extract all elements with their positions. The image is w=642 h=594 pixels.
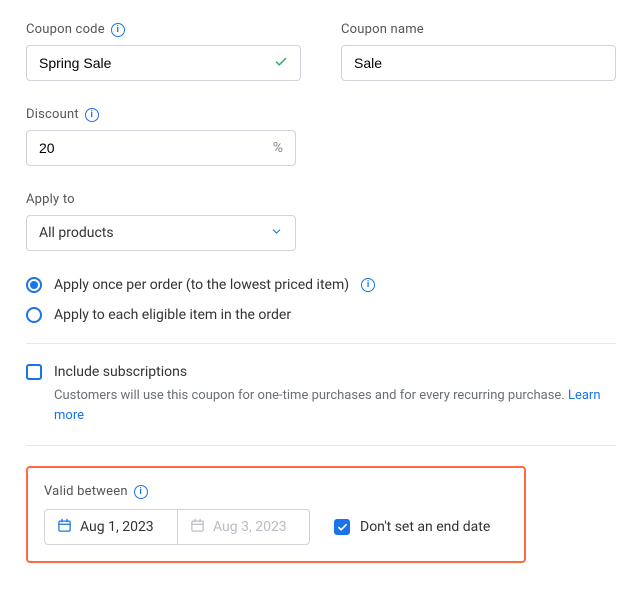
- info-icon[interactable]: i: [85, 108, 99, 122]
- radio-icon: [26, 277, 42, 293]
- discount-input-wrap: %: [26, 130, 296, 166]
- coupon-code-input-wrap: [26, 45, 301, 81]
- include-subscriptions-row: Include subscriptions: [26, 364, 616, 380]
- apply-once-option[interactable]: Apply once per order (to the lowest pric…: [26, 277, 616, 293]
- coupon-name-input[interactable]: [354, 55, 603, 71]
- info-icon[interactable]: i: [111, 23, 125, 37]
- discount-suffix: %: [263, 140, 283, 156]
- discount-field: Discount i %: [26, 107, 616, 166]
- discount-input[interactable]: [39, 140, 263, 156]
- apply-to-selected: All products: [39, 225, 114, 241]
- no-end-date-checkbox[interactable]: [334, 519, 350, 535]
- apply-each-option[interactable]: Apply to each eligible item in the order: [26, 307, 616, 323]
- end-date-input[interactable]: Aug 3, 2023: [177, 510, 309, 544]
- coupon-code-label-text: Coupon code: [26, 22, 105, 37]
- end-date-placeholder: Aug 3, 2023: [213, 519, 287, 535]
- divider: [26, 343, 616, 344]
- date-range-input: Aug 1, 2023 Aug 3, 2023: [44, 509, 310, 545]
- radio-icon: [26, 307, 42, 323]
- apply-once-label: Apply once per order (to the lowest pric…: [54, 277, 349, 293]
- coupon-code-field: Coupon code i: [26, 22, 301, 81]
- include-subscriptions-checkbox[interactable]: [26, 364, 42, 380]
- helper-text: Customers will use this coupon for one-t…: [54, 388, 568, 403]
- include-subscriptions-label: Include subscriptions: [54, 364, 187, 380]
- no-end-date-label: Don't set an end date: [360, 519, 490, 535]
- apply-mode-group: Apply once per order (to the lowest pric…: [26, 277, 616, 323]
- valid-between-label-text: Valid between: [44, 484, 128, 499]
- start-date-value: Aug 1, 2023: [80, 519, 154, 535]
- discount-label-text: Discount: [26, 107, 79, 122]
- divider: [26, 445, 616, 446]
- info-icon[interactable]: i: [134, 485, 148, 499]
- chevron-down-icon: [270, 225, 283, 242]
- apply-each-label: Apply to each eligible item in the order: [54, 307, 291, 323]
- calendar-icon: [190, 518, 205, 537]
- discount-label: Discount i: [26, 107, 616, 122]
- valid-between-highlight: Valid between i Aug 1, 2023 Aug 3, 2023: [26, 466, 526, 563]
- apply-to-label: Apply to: [26, 192, 616, 207]
- coupon-name-label-text: Coupon name: [341, 22, 424, 37]
- coupon-name-input-wrap: [341, 45, 616, 81]
- start-date-input[interactable]: Aug 1, 2023: [45, 510, 177, 544]
- coupon-form-panel: Coupon code i Coupon name Discount i: [0, 0, 642, 594]
- include-subscriptions-helper: Customers will use this coupon for one-t…: [54, 386, 616, 425]
- no-end-date-option[interactable]: Don't set an end date: [334, 519, 490, 535]
- checkmark-icon: [274, 54, 288, 73]
- coupon-code-label: Coupon code i: [26, 22, 301, 37]
- valid-between-label: Valid between i: [44, 484, 508, 499]
- apply-to-label-text: Apply to: [26, 192, 75, 207]
- coupon-name-field: Coupon name: [341, 22, 616, 81]
- info-icon[interactable]: i: [361, 278, 375, 292]
- coupon-name-label: Coupon name: [341, 22, 616, 37]
- apply-to-select[interactable]: All products: [26, 215, 296, 251]
- apply-to-field: Apply to All products: [26, 192, 616, 251]
- calendar-icon: [57, 518, 72, 537]
- coupon-code-input[interactable]: [39, 55, 266, 71]
- coupon-top-row: Coupon code i Coupon name: [26, 22, 616, 81]
- valid-between-row: Aug 1, 2023 Aug 3, 2023 Don't set an end…: [44, 509, 508, 545]
